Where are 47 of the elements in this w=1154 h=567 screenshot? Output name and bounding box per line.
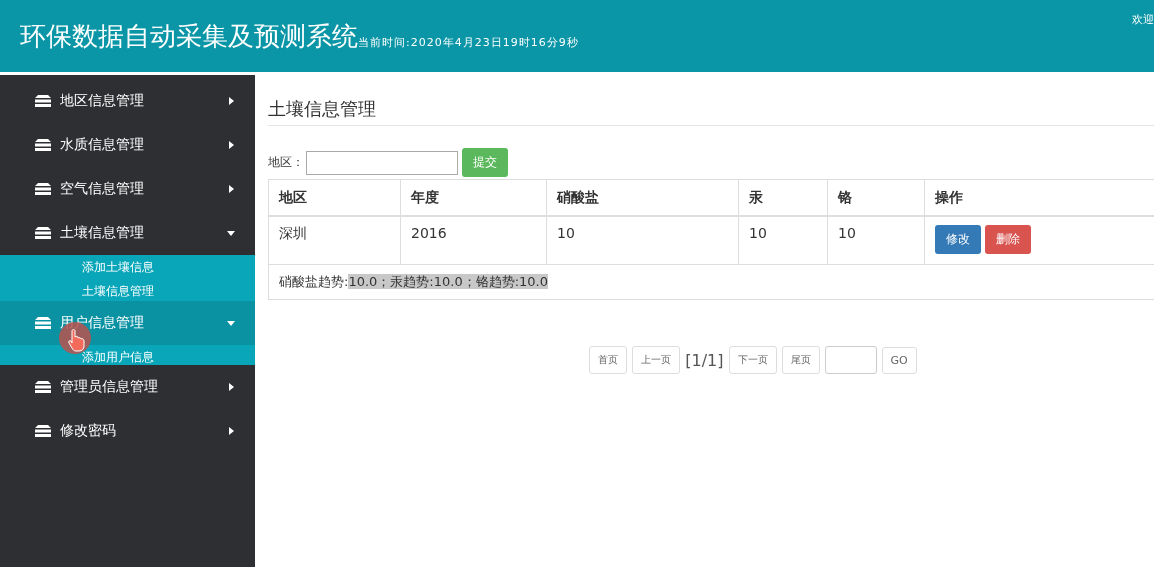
sidebar-item[interactable]: 空气信息管理 bbox=[0, 167, 255, 211]
column-header: 地区 bbox=[268, 179, 401, 216]
stack-icon bbox=[34, 182, 52, 196]
caret-icon bbox=[227, 141, 235, 149]
stack-icon bbox=[34, 424, 52, 438]
next-page-button[interactable]: 下一页 bbox=[728, 346, 777, 374]
column-header: 硝酸盐 bbox=[546, 179, 739, 216]
stack-icon bbox=[34, 94, 52, 108]
sidebar-item[interactable]: 土壤信息管理 bbox=[0, 211, 255, 255]
first-page-button[interactable]: 首页 bbox=[589, 346, 628, 374]
table-cell: 2016 bbox=[400, 216, 547, 265]
delete-button[interactable]: 删除 bbox=[985, 225, 1031, 254]
stack-icon bbox=[34, 138, 52, 152]
caret-icon bbox=[227, 427, 235, 435]
column-header: 汞 bbox=[738, 179, 828, 216]
sidebar-item[interactable]: 地区信息管理 bbox=[0, 79, 255, 123]
sidebar-item[interactable]: 管理员信息管理 bbox=[0, 365, 255, 409]
edit-button[interactable]: 修改 bbox=[935, 225, 981, 254]
column-header: 操作 bbox=[924, 179, 1154, 216]
sidebar-item[interactable]: 水质信息管理 bbox=[0, 123, 255, 167]
page-number-input[interactable] bbox=[824, 346, 877, 374]
column-header: 铬 bbox=[827, 179, 925, 216]
table-cell: 10 bbox=[827, 216, 925, 265]
trend-summary: 硝酸盐趋势:10.0；汞趋势:10.0；铬趋势:10.0 bbox=[279, 274, 548, 289]
stack-icon bbox=[34, 316, 52, 330]
caret-icon bbox=[227, 319, 235, 327]
region-label: 地区： bbox=[268, 154, 304, 171]
table-cell: 深圳 bbox=[268, 216, 401, 265]
caret-icon bbox=[227, 229, 235, 237]
caret-icon bbox=[227, 383, 235, 391]
last-page-button[interactable]: 尾页 bbox=[781, 346, 820, 374]
previous-page-button[interactable]: 上一页 bbox=[632, 346, 681, 374]
table-cell: 10 bbox=[546, 216, 739, 265]
region-input[interactable] bbox=[306, 150, 458, 175]
go-button[interactable]: GO bbox=[881, 346, 917, 374]
caret-icon bbox=[227, 97, 235, 105]
stack-icon bbox=[34, 226, 52, 240]
app-title: 环保数据自动采集及预测系统 bbox=[20, 19, 358, 53]
column-header: 年度 bbox=[400, 179, 547, 216]
stack-icon bbox=[34, 380, 52, 394]
page-indicator: [1/1] bbox=[685, 350, 724, 370]
table-cell: 10 bbox=[738, 216, 828, 265]
caret-icon bbox=[227, 185, 235, 193]
sidebar-item[interactable]: 修改密码 bbox=[0, 409, 255, 453]
welcome-text: 欢迎 bbox=[1132, 12, 1154, 27]
page-title: 土壤信息管理 bbox=[268, 97, 1154, 126]
current-time: 当前时间:2020年4月23日19时16分9秒 bbox=[358, 35, 579, 50]
